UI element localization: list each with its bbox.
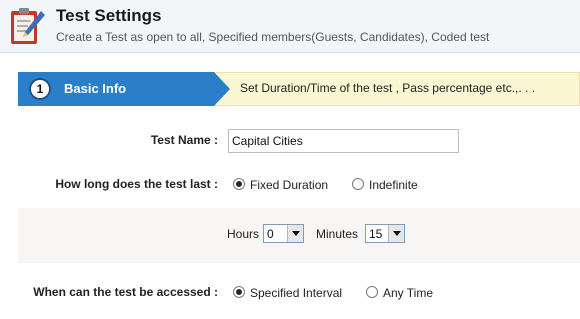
step-label[interactable]: Basic Info bbox=[64, 81, 126, 96]
page-header: Test Settings Create a Test as open to a… bbox=[0, 0, 580, 53]
duration-label: How long does the test last : bbox=[55, 177, 218, 191]
clipboard-pencil-icon bbox=[11, 8, 45, 44]
access-anytime-radio[interactable] bbox=[366, 286, 378, 298]
page-title: Test Settings bbox=[56, 6, 162, 25]
page-subtitle: Create a Test as open to all, Specified … bbox=[56, 30, 490, 44]
duration-fixed-label[interactable]: Fixed Duration bbox=[250, 178, 328, 192]
hours-label: Hours bbox=[227, 227, 260, 241]
minutes-label: Minutes bbox=[316, 227, 359, 241]
duration-indefinite-label[interactable]: Indefinite bbox=[369, 178, 418, 192]
access-specified-label[interactable]: Specified Interval bbox=[250, 286, 342, 300]
chevron-down-icon[interactable] bbox=[287, 225, 303, 242]
test-name-label: Test Name : bbox=[150, 133, 218, 147]
access-anytime-label[interactable]: Any Time bbox=[383, 286, 433, 300]
minutes-select[interactable]: 15 bbox=[365, 224, 405, 243]
hours-value: 0 bbox=[267, 227, 274, 241]
access-label: When can the test be accessed : bbox=[33, 285, 218, 299]
step-number: 1 bbox=[29, 78, 51, 100]
hours-select[interactable]: 0 bbox=[263, 224, 304, 243]
duration-fixed-radio[interactable] bbox=[233, 178, 245, 190]
step-description: Set Duration/Time of the test , Pass per… bbox=[240, 81, 536, 95]
minutes-value: 15 bbox=[369, 227, 383, 241]
duration-indefinite-radio[interactable] bbox=[352, 178, 364, 190]
test-name-input[interactable] bbox=[228, 129, 459, 153]
access-specified-radio[interactable] bbox=[233, 286, 245, 298]
chevron-down-icon[interactable] bbox=[388, 225, 404, 242]
